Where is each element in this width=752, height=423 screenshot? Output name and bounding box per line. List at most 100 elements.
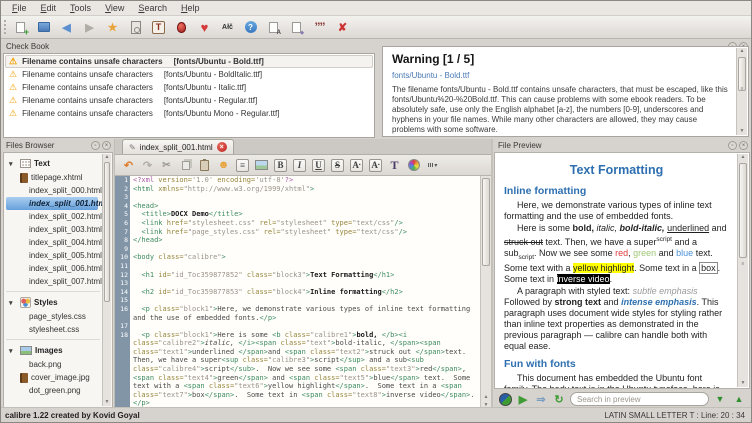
menu-view[interactable]: View bbox=[98, 2, 131, 14]
refresh-icon[interactable]: ↻ bbox=[551, 391, 567, 407]
split-icon[interactable]: ⇒ bbox=[533, 391, 549, 407]
fonts-icon[interactable]: T bbox=[149, 18, 168, 36]
wand-icon[interactable]: ★ bbox=[103, 18, 122, 36]
book-icon bbox=[20, 173, 28, 183]
scroll-down-icon[interactable]: ▼ bbox=[103, 399, 111, 406]
check-item-label: Filename contains unsafe characters bbox=[22, 70, 153, 79]
float-panel-icon[interactable]: ▫ bbox=[728, 141, 737, 150]
insert-image-icon[interactable] bbox=[253, 157, 270, 173]
chevron-down-icon[interactable]: ▾ bbox=[9, 347, 17, 355]
close-panel-icon[interactable]: × bbox=[739, 141, 748, 150]
help-icon[interactable]: ? bbox=[241, 18, 260, 36]
special-char-icon[interactable]: ☻ bbox=[215, 157, 232, 173]
tree-section-images[interactable]: ▾Images bbox=[6, 343, 100, 358]
background-color-icon[interactable] bbox=[405, 157, 422, 173]
file-item-index_split_002.html[interactable]: index_split_002.html bbox=[6, 210, 100, 223]
find-next-icon[interactable]: ▼ bbox=[712, 391, 728, 407]
file-item-index_split_005.html[interactable]: index_split_005.html bbox=[6, 249, 100, 262]
check-book-icon[interactable] bbox=[172, 18, 191, 36]
check-item-label: Filename contains unsafe characters bbox=[22, 83, 153, 92]
editor-scrollbar[interactable]: ▲ ▼ bbox=[480, 176, 491, 409]
preview-heading1: Text Formatting bbox=[504, 163, 729, 177]
reports-icon[interactable]: ◆ bbox=[287, 18, 306, 36]
italic-icon[interactable]: I bbox=[291, 157, 308, 173]
menu-edit[interactable]: Edit bbox=[34, 2, 64, 14]
chevron-down-icon[interactable]: ▾ bbox=[9, 160, 17, 168]
style-dropdown-icon[interactable]: ııı▾ bbox=[424, 157, 441, 173]
preview-scrollbar[interactable]: ▲ ≡ ▼ bbox=[737, 154, 748, 387]
scroll-down-icon[interactable]: ▼ bbox=[737, 128, 747, 135]
scrollbar-thumb[interactable] bbox=[739, 163, 747, 258]
arrange-icon[interactable]: A bbox=[264, 18, 283, 36]
scroll-up-icon[interactable]: ▲ bbox=[481, 394, 491, 401]
check-book-item[interactable]: ⚠Filename contains unsafe characters[fon… bbox=[5, 68, 373, 81]
archive-icon[interactable] bbox=[126, 18, 145, 36]
donate-icon[interactable]: ♥ bbox=[195, 18, 214, 36]
smarten-punctuation-icon[interactable]: ”” bbox=[310, 18, 329, 36]
status-bar: calibre 1.22 created by Kovid Goyal LATI… bbox=[1, 407, 751, 422]
back-icon[interactable]: ◀ bbox=[57, 18, 76, 36]
file-item-index_split_004.html[interactable]: index_split_004.html bbox=[6, 236, 100, 249]
copy-icon[interactable] bbox=[177, 157, 194, 173]
file-item-index_split_001.html[interactable]: index_split_001.html bbox=[6, 197, 98, 210]
undo-icon[interactable]: ↶ bbox=[120, 157, 137, 173]
forward-icon[interactable]: ▶ bbox=[80, 18, 99, 36]
check-book-item[interactable]: ⚠Filename contains unsafe characters[fon… bbox=[5, 81, 373, 94]
insert-font-icon[interactable]: T bbox=[386, 157, 403, 173]
scroll-down-icon[interactable]: ▼ bbox=[738, 380, 748, 387]
bold-icon[interactable]: B bbox=[272, 157, 289, 173]
warning-file-link[interactable]: fonts/Ubuntu - Bold.ttf bbox=[392, 71, 728, 80]
scroll-up-icon[interactable]: ▲ bbox=[738, 154, 748, 161]
remove-unused-css-icon[interactable]: ✘ bbox=[333, 18, 352, 36]
tab-close-icon[interactable]: × bbox=[217, 142, 227, 152]
chevron-down-icon[interactable]: ▾ bbox=[9, 299, 17, 307]
scroll-up-icon[interactable]: ▲ bbox=[737, 48, 747, 55]
line-number: 15 bbox=[115, 296, 130, 305]
redo-icon[interactable]: ↷ bbox=[139, 157, 156, 173]
save-icon[interactable] bbox=[34, 18, 53, 36]
menu-help[interactable]: Help bbox=[174, 2, 207, 14]
format-block-icon[interactable]: ≡ bbox=[234, 157, 251, 173]
close-panel-icon[interactable]: × bbox=[102, 141, 111, 150]
file-item-cover_image.jpg[interactable]: cover_image.jpg bbox=[6, 371, 100, 384]
file-item-titlepage.xhtml[interactable]: titlepage.xhtml bbox=[6, 171, 100, 184]
subscript-icon[interactable]: A▪ bbox=[367, 157, 384, 173]
check-book-item[interactable]: ⚠Filename contains unsafe characters[fon… bbox=[5, 94, 373, 107]
menu-file[interactable]: File bbox=[5, 2, 34, 14]
file-item-index_split_000.html[interactable]: index_split_000.html bbox=[6, 184, 100, 197]
underline-icon[interactable]: U bbox=[310, 157, 327, 173]
menu-tools[interactable]: Tools bbox=[63, 2, 98, 14]
tree-section-styles[interactable]: ▾Styles bbox=[6, 295, 100, 310]
scrollbar-thumb[interactable] bbox=[104, 162, 110, 302]
check-book-item[interactable]: ⚠Filename contains unsafe characters[fon… bbox=[5, 107, 373, 120]
swap-icon[interactable] bbox=[497, 391, 513, 407]
file-item-stylesheet.css[interactable]: stylesheet.css bbox=[6, 323, 100, 336]
float-panel-icon[interactable]: ▫ bbox=[91, 141, 100, 150]
file-item-dot_green.png[interactable]: dot_green.png bbox=[6, 384, 100, 397]
search-in-preview-input[interactable] bbox=[570, 392, 709, 406]
spell-check-icon[interactable]: Ałč bbox=[218, 18, 237, 36]
check-book-item[interactable]: ⚠Filename contains unsafe characters[fon… bbox=[5, 55, 373, 68]
file-item-index_split_003.html[interactable]: index_split_003.html bbox=[6, 223, 100, 236]
file-item-page_styles.css[interactable]: page_styles.css bbox=[6, 310, 100, 323]
superscript-icon[interactable]: A▪ bbox=[348, 157, 365, 173]
scroll-up-icon[interactable]: ▲ bbox=[103, 154, 111, 161]
paste-icon[interactable] bbox=[196, 157, 213, 173]
preview-paragraph: This document has embedded the Ubuntu fo… bbox=[504, 373, 729, 389]
new-file-icon[interactable]: + bbox=[11, 18, 30, 36]
warning-icon: ⚠ bbox=[9, 70, 17, 79]
warning-scrollbar[interactable]: ▲ ≡ ▼ bbox=[736, 48, 747, 135]
files-scrollbar[interactable]: ▲ ▼ bbox=[102, 154, 111, 406]
editor-tab[interactable]: ✎ index_split_001.html × bbox=[122, 139, 234, 154]
file-item-back.png[interactable]: back.png bbox=[6, 358, 100, 371]
tree-section-text[interactable]: ▾Text bbox=[6, 156, 100, 171]
find-prev-icon[interactable]: ▲ bbox=[731, 391, 747, 407]
code-editor[interactable]: 1<?xml version='1.0' encoding='utf-8'?>2… bbox=[115, 176, 491, 409]
file-item-index_split_006.html[interactable]: index_split_006.html bbox=[6, 262, 100, 275]
menu-search[interactable]: Search bbox=[131, 2, 174, 14]
scrollbar-thumb[interactable] bbox=[482, 178, 490, 266]
play-icon[interactable]: ▶ bbox=[515, 391, 531, 407]
file-item-index_split_007.html[interactable]: index_split_007.html bbox=[6, 275, 100, 288]
strikethrough-icon[interactable]: S bbox=[329, 157, 346, 173]
cut-icon[interactable]: ✂ bbox=[158, 157, 175, 173]
